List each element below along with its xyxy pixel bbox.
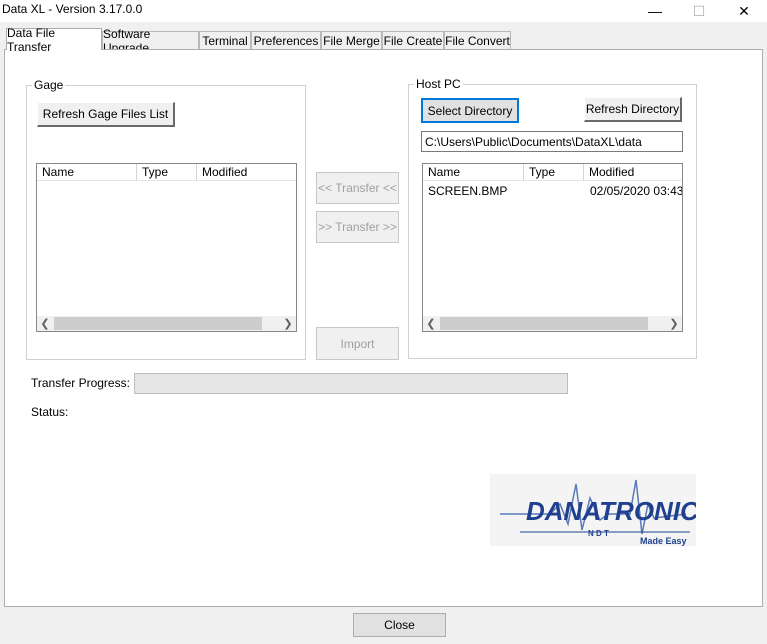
transfer-to-pc-button[interactable]: >> Transfer >> (316, 211, 399, 243)
list-item[interactable]: SCREEN.BMP 02/05/2020 03:43 I (423, 182, 683, 198)
gage-horizontal-scrollbar[interactable]: ❮ ❯ (37, 316, 296, 331)
maximize-button[interactable]: ☐ (676, 0, 722, 22)
refresh-directory-button[interactable]: Refresh Directory (584, 97, 682, 122)
file-name: SCREEN.BMP (428, 184, 508, 198)
scroll-thumb[interactable] (54, 317, 262, 330)
danatronics-logo: DANATRONICS N D T Made Easy (490, 474, 717, 546)
status-label: Status: (31, 405, 69, 419)
tab-file-merge[interactable]: File Merge (321, 31, 382, 49)
scroll-right-icon[interactable]: ❯ (666, 316, 682, 331)
directory-path-field[interactable] (421, 131, 683, 152)
tab-file-convert[interactable]: File Convert (444, 31, 511, 49)
import-button[interactable]: Import (316, 327, 399, 360)
tab-terminal[interactable]: Terminal (199, 31, 251, 49)
tab-preferences[interactable]: Preferences (251, 31, 321, 49)
transfer-progress-bar (134, 373, 568, 394)
scroll-left-icon[interactable]: ❮ (423, 316, 439, 331)
host-col-name[interactable]: Name (423, 164, 524, 181)
scroll-left-icon[interactable]: ❮ (37, 316, 53, 331)
gage-col-modified[interactable]: Modified (197, 164, 296, 181)
refresh-gage-files-button[interactable]: Refresh Gage Files List (37, 102, 175, 127)
window-title: Data XL - Version 3.17.0.0 (2, 2, 143, 16)
gage-group-label: Gage (32, 78, 66, 92)
select-directory-button[interactable]: Select Directory (421, 98, 519, 123)
logo-tagline: Made Easy (640, 536, 687, 546)
tab-file-create[interactable]: File Create (382, 31, 444, 49)
transfer-to-gage-button[interactable]: << Transfer << (316, 172, 399, 204)
host-horizontal-scrollbar[interactable]: ❮ ❯ (423, 316, 682, 331)
gage-file-list[interactable]: Name Type Modified ❮ ❯ (36, 163, 297, 332)
logo-sub-text: N D T (588, 529, 609, 538)
gage-col-type[interactable]: Type (137, 164, 197, 181)
host-col-type[interactable]: Type (524, 164, 584, 181)
host-col-modified[interactable]: Modified (584, 164, 682, 181)
scroll-thumb[interactable] (440, 317, 648, 330)
close-window-button[interactable]: ✕ (721, 0, 767, 22)
minimize-button[interactable]: — (632, 0, 678, 22)
logo-graphic: DANATRONICS N D T Made Easy (500, 479, 717, 546)
host-pc-group-label: Host PC (414, 77, 463, 91)
host-file-list[interactable]: Name Type Modified SCREEN.BMP 02/05/2020… (422, 163, 683, 332)
tab-data-file-transfer[interactable]: Data File Transfer (6, 26, 102, 54)
file-modified: 02/05/2020 03:43 I (590, 184, 683, 198)
tab-software-upgrade[interactable]: Software Upgrade (102, 27, 199, 55)
transfer-progress-label: Transfer Progress: (31, 376, 130, 390)
gage-col-name[interactable]: Name (37, 164, 137, 181)
scroll-right-icon[interactable]: ❯ (280, 316, 296, 331)
close-button[interactable]: Close (353, 613, 446, 637)
title-bar: Data XL - Version 3.17.0.0 — ☐ ✕ (0, 0, 767, 22)
logo-brand-text: DANATRONICS (526, 496, 696, 526)
